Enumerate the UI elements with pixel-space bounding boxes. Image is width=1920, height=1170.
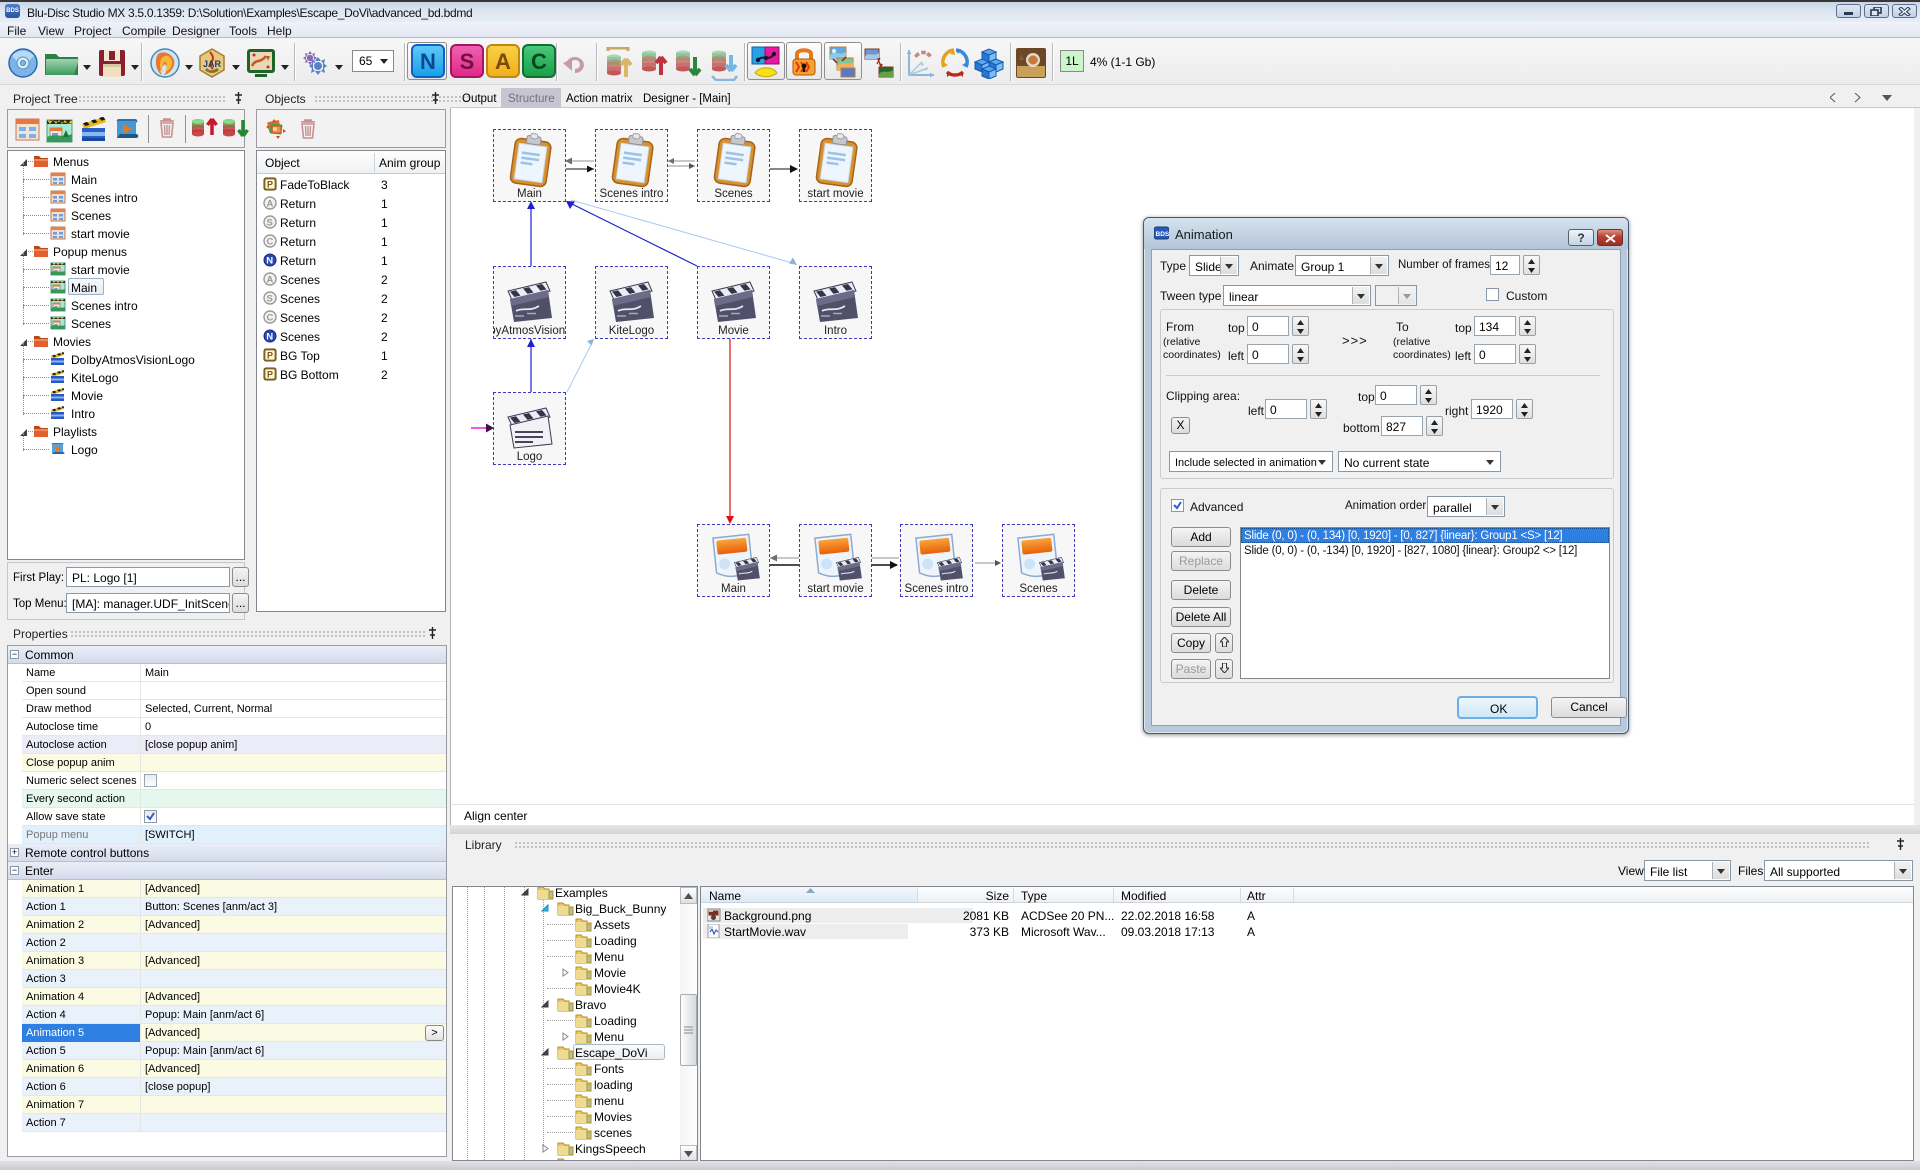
svg-text:P: P (267, 370, 273, 380)
svg-text:N: N (266, 256, 273, 267)
svg-text:S: S (267, 294, 273, 305)
svg-text:P: P (267, 180, 273, 190)
svg-text:C: C (267, 313, 274, 324)
svg-text:JAR: JAR (203, 59, 222, 69)
svg-text:C: C (267, 237, 274, 248)
svg-text:A: A (267, 275, 274, 286)
svg-text:S: S (267, 218, 273, 229)
svg-text:P: P (267, 351, 273, 361)
svg-text:BDS: BDS (1156, 231, 1170, 238)
svg-text:A: A (267, 199, 274, 210)
svg-text:N: N (266, 332, 273, 343)
